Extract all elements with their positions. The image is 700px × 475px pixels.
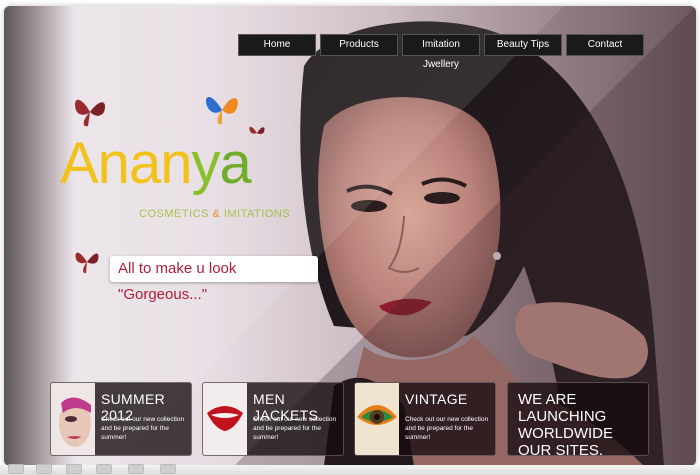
nav-products[interactable]: Products xyxy=(320,34,398,56)
nav-beauty-tips[interactable]: Beauty Tips xyxy=(484,34,562,56)
tagline: All to make u look "Gorgeous..." xyxy=(110,256,318,303)
vintage-thumbnail xyxy=(355,383,399,455)
butterfly-icon xyxy=(74,99,106,127)
card-text: Check out our new collection and be prep… xyxy=(101,416,185,441)
hero-frame: Home Products Imitation Jwellery Beauty … xyxy=(4,6,696,466)
taskbar-icon[interactable] xyxy=(8,464,24,474)
logo-subtitle: COSMETICS & IMITATIONS xyxy=(139,208,290,220)
nav-imitation-jwellery[interactable]: Imitation Jwellery xyxy=(402,34,480,70)
logo-sub-part2: IMITATIONS xyxy=(220,208,291,220)
taskbar-strip xyxy=(0,464,700,475)
taskbar-icon[interactable] xyxy=(36,464,52,474)
card-text: Check out our new collection and be prep… xyxy=(253,416,337,441)
taskbar-icon[interactable] xyxy=(96,464,112,474)
launch-text: WE ARE LAUNCHING WORLDWIDE OUR SITES. xyxy=(518,391,613,456)
taskbar-icon[interactable] xyxy=(128,464,144,474)
butterfly-icon xyxy=(205,96,238,125)
taskbar-icon[interactable] xyxy=(66,464,82,474)
butterfly-icon xyxy=(75,252,99,274)
nav-contact[interactable]: Contact xyxy=(566,34,644,56)
main-nav: Home Products Imitation Jwellery Beauty … xyxy=(238,34,644,70)
logo-word-part1: Anan xyxy=(60,131,192,196)
logo-sub-part1: COSMETICS xyxy=(139,208,213,220)
promo-card-men-jackets[interactable]: MEN JACKETS Check out our new collection… xyxy=(202,382,344,456)
promo-card-summer[interactable]: SUMMER 2012 Check out our new collection… xyxy=(50,382,192,456)
nav-home[interactable]: Home xyxy=(238,34,316,56)
taskbar-icon[interactable] xyxy=(160,464,176,474)
logo-word-part3: a xyxy=(219,131,251,196)
promo-card-vintage[interactable]: VINTAGE Check out our new collection and… xyxy=(354,382,496,456)
card-title: VINTAGE xyxy=(405,391,468,407)
logo-word-part2: y xyxy=(191,131,220,196)
logo[interactable]: Ananya COSMETICS & IMITATIONS xyxy=(56,88,306,228)
card-text: Check out our new collection and be prep… xyxy=(405,416,489,441)
summer-thumbnail xyxy=(51,383,95,455)
logo-wordmark: Ananya xyxy=(60,130,252,197)
promo-card-launch[interactable]: WE ARE LAUNCHING WORLDWIDE OUR SITES. xyxy=(507,382,649,456)
men-jackets-thumbnail xyxy=(203,383,247,455)
